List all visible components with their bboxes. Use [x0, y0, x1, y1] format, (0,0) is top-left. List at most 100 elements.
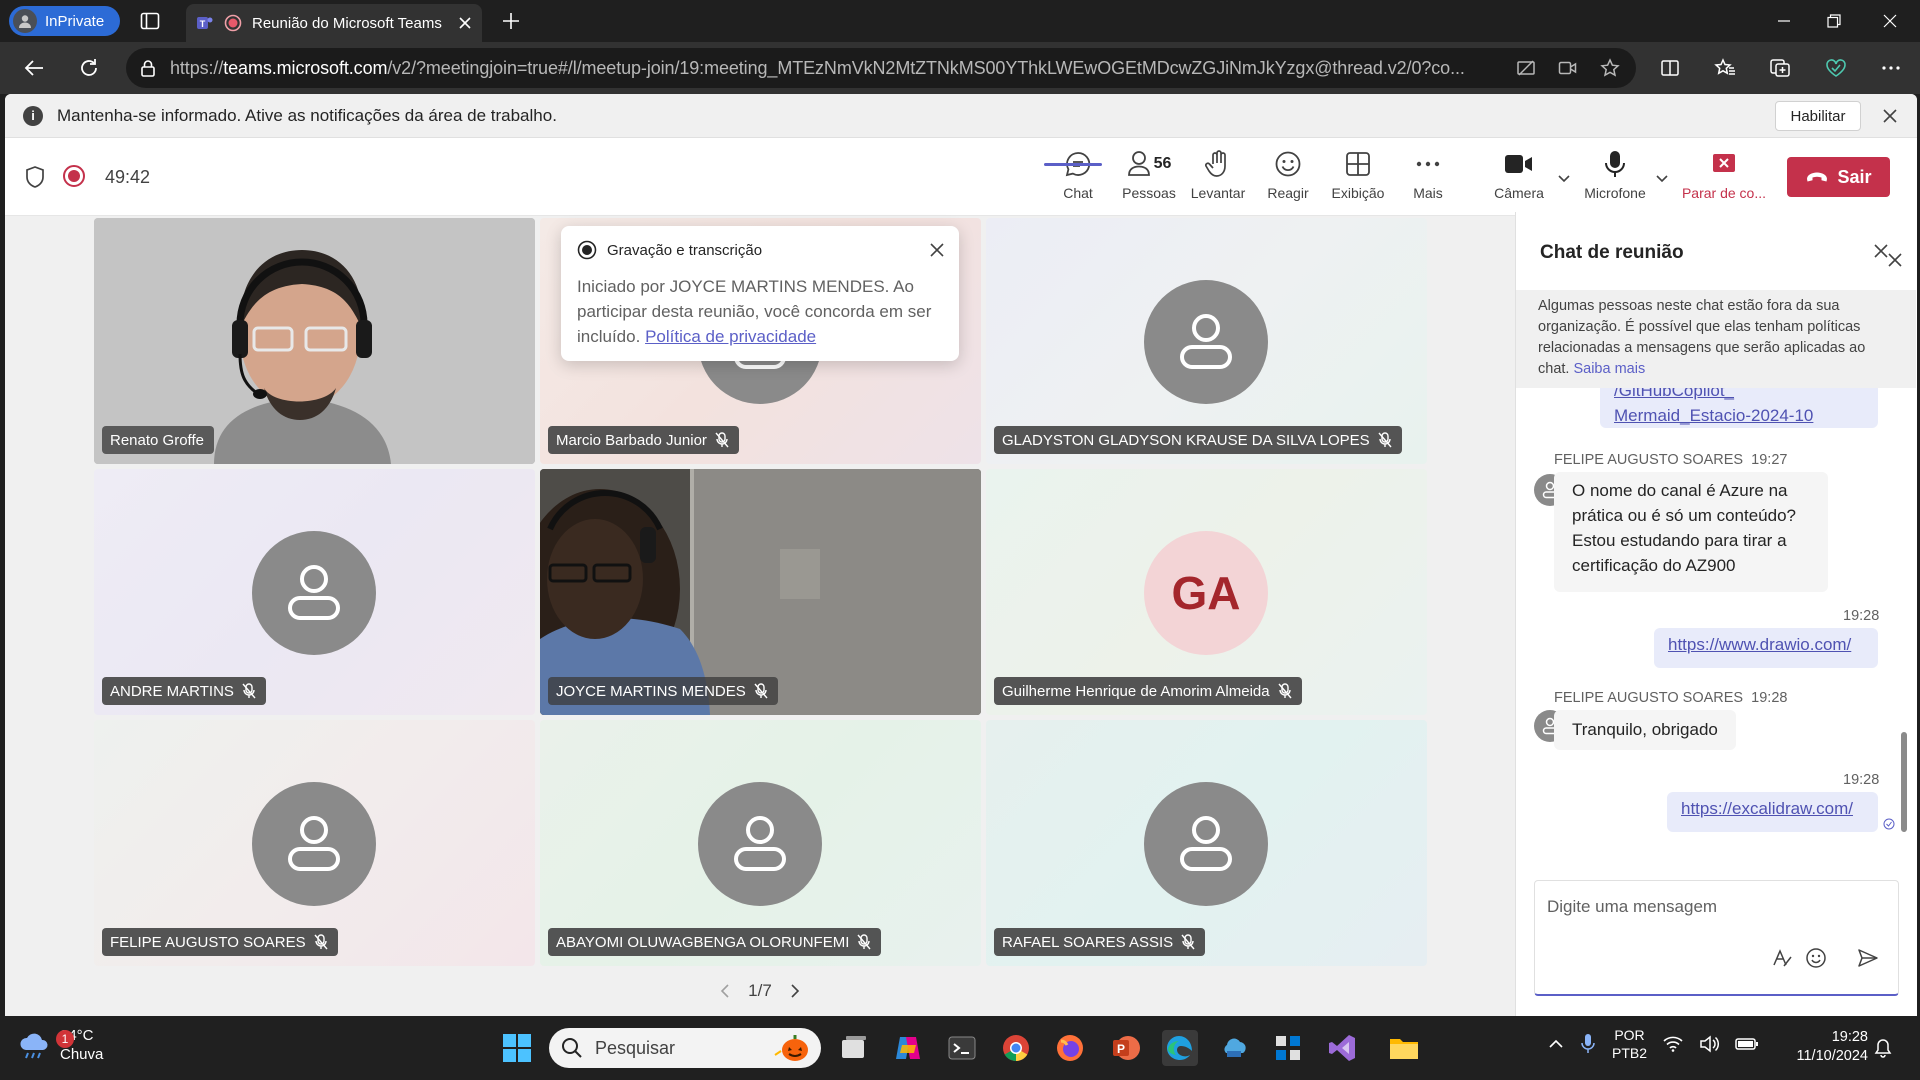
close-tab-icon[interactable] — [458, 16, 472, 30]
microphone-options-chevron-icon[interactable] — [1652, 168, 1672, 188]
more-options-icon[interactable] — [1875, 54, 1907, 82]
chat-link[interactable]: https://www.drawio.com/ — [1668, 635, 1851, 654]
close-notification-icon[interactable] — [1878, 104, 1902, 128]
enable-notifications-button[interactable]: Habilitar — [1775, 101, 1861, 131]
react-label: Reagir — [1267, 185, 1309, 201]
tab-teams-meeting[interactable]: T Reunião do Microsoft Teams — [186, 4, 482, 42]
edge-icon[interactable] — [1162, 1030, 1198, 1066]
svg-text:P: P — [1117, 1042, 1125, 1056]
split-screen-icon[interactable] — [1654, 54, 1686, 82]
address-bar[interactable]: https://teams.microsoft.com/v2/?meetingj… — [126, 48, 1636, 88]
close-warning-icon[interactable] — [1883, 248, 1907, 272]
show-hidden-icons-chevron-icon[interactable] — [1548, 1038, 1564, 1050]
chat-link[interactable]: /GitHubCopilot_ — [1614, 388, 1864, 403]
input-language[interactable]: POR PTB2 — [1612, 1026, 1647, 1062]
participant-tile[interactable]: RAFAEL SOARES ASSIS — [986, 720, 1427, 966]
emoji-icon[interactable] — [1801, 943, 1831, 973]
raise-hand-button[interactable]: Levantar — [1185, 148, 1251, 210]
participant-tile[interactable]: ABAYOMI OLUWAGBENGA OLORUNFEMI — [540, 720, 981, 966]
participant-tile[interactable]: FELIPE AUGUSTO SOARES — [94, 720, 535, 966]
weather-widget[interactable]: 24°C Chuva 1 — [18, 1026, 103, 1064]
volume-icon[interactable] — [1699, 1035, 1720, 1053]
more-button[interactable]: Mais — [1395, 148, 1461, 210]
lock-icon[interactable] — [140, 59, 156, 77]
new-tab-icon[interactable] — [498, 9, 524, 33]
microphone-in-use-icon[interactable] — [1580, 1033, 1596, 1055]
leave-button[interactable]: Sair — [1787, 157, 1890, 197]
camera-in-use-icon[interactable] — [1554, 54, 1582, 82]
privacy-policy-link[interactable]: Política de privacidade — [645, 327, 816, 346]
system-clock[interactable]: 19:28 11/10/2024 — [1770, 1028, 1869, 1066]
microphone-button[interactable]: Microfone — [1583, 148, 1647, 210]
camera-button[interactable]: Câmera — [1486, 148, 1552, 210]
tracking-prevention-icon[interactable] — [1512, 54, 1540, 82]
sql-tool-icon[interactable] — [1270, 1030, 1306, 1066]
close-window-icon[interactable] — [1860, 4, 1920, 38]
inprivate-badge[interactable]: InPrivate — [9, 6, 120, 36]
collections-icon[interactable] — [1764, 54, 1796, 82]
recording-message: Iniciado por JOYCE MARTINS MENDES. Ao pa… — [577, 277, 932, 346]
favorite-star-icon[interactable] — [1596, 54, 1624, 82]
participant-name: Renato Groffe — [102, 426, 214, 454]
wifi-icon[interactable] — [1663, 1036, 1683, 1052]
previous-page-icon[interactable] — [720, 983, 730, 999]
tab-actions-icon[interactable] — [134, 9, 166, 33]
avatar — [698, 782, 822, 906]
chat-link[interactable]: Mermaid_Estacio-2024-10 — [1614, 403, 1864, 428]
mic-muted-icon — [715, 432, 729, 448]
participant-tile[interactable]: ANDRE MARTINS — [94, 469, 535, 715]
url-text[interactable]: https://teams.microsoft.com/v2/?meetingj… — [170, 58, 1498, 79]
camera-options-chevron-icon[interactable] — [1554, 168, 1574, 188]
windows-taskbar: 24°C Chuva 1 Pesquisar P POR PTB2 19:28 … — [0, 1016, 1920, 1080]
view-button[interactable]: Exibição — [1325, 148, 1391, 210]
powerpoint-icon[interactable]: P — [1108, 1030, 1144, 1066]
participant-tile[interactable]: JOYCE MARTINS MENDES — [540, 469, 981, 715]
stop-sharing-label: Parar de co... — [1681, 185, 1767, 201]
refresh-icon[interactable] — [72, 51, 106, 85]
browser-essentials-icon[interactable] — [1820, 54, 1852, 82]
battery-icon[interactable] — [1735, 1037, 1759, 1051]
react-button[interactable]: Reagir — [1255, 148, 1321, 210]
terminal-icon[interactable] — [944, 1030, 980, 1066]
chat-button[interactable]: Chat — [1045, 148, 1111, 210]
camera-icon — [1504, 148, 1534, 180]
camera-label: Câmera — [1494, 185, 1544, 201]
copilot-icon[interactable] — [890, 1030, 926, 1066]
close-icon[interactable] — [927, 240, 947, 260]
start-icon[interactable] — [499, 1030, 535, 1066]
chat-link[interactable]: https://excalidraw.com/ — [1681, 799, 1853, 818]
participant-tile[interactable]: Renato Groffe — [94, 218, 535, 464]
people-button[interactable]: 56 Pessoas — [1113, 148, 1185, 210]
favorites-icon[interactable] — [1709, 54, 1741, 82]
next-page-icon[interactable] — [790, 983, 800, 999]
file-explorer-icon[interactable] — [1386, 1030, 1422, 1066]
participant-tile[interactable]: GLADYSTON GLADYSON KRAUSE DA SILVA LOPES — [986, 218, 1427, 464]
message-composer[interactable] — [1534, 880, 1899, 996]
notification-bell-icon[interactable] — [1874, 1038, 1892, 1058]
chat-scrollbar[interactable] — [1901, 732, 1907, 832]
participant-tile[interactable]: GA Guilherme Henrique de Amorim Almeida — [986, 469, 1427, 715]
task-view-icon[interactable] — [836, 1030, 872, 1066]
format-icon[interactable] — [1767, 943, 1797, 973]
firefox-icon[interactable] — [1052, 1030, 1088, 1066]
taskbar-search[interactable]: Pesquisar — [549, 1028, 821, 1068]
message-input[interactable] — [1547, 895, 1877, 919]
info-icon: i — [23, 105, 43, 126]
azure-data-studio-icon[interactable] — [1216, 1030, 1252, 1066]
chat-message-mine: /GitHubCopilot_ Mermaid_Estacio-2024-10 — [1600, 388, 1878, 428]
recording-indicator-icon[interactable] — [63, 165, 85, 187]
visual-studio-icon[interactable] — [1324, 1030, 1360, 1066]
grid-view-icon — [1345, 148, 1371, 180]
back-icon[interactable] — [17, 51, 51, 85]
chrome-icon[interactable] — [998, 1030, 1034, 1066]
restore-icon[interactable] — [1804, 4, 1864, 38]
shield-icon[interactable] — [24, 165, 46, 189]
send-icon[interactable] — [1853, 943, 1883, 973]
people-count: 56 — [1153, 155, 1172, 172]
svg-text:T: T — [200, 19, 206, 29]
more-dots-icon — [1415, 148, 1441, 180]
message-sender: FELIPE AUGUSTO SOARES 19:27 — [1554, 452, 1788, 468]
stop-sharing-button[interactable]: Parar de co... — [1680, 148, 1768, 210]
learn-more-link[interactable]: Saiba mais — [1573, 361, 1645, 377]
system-tray: POR PTB2 — [1548, 1026, 1759, 1062]
